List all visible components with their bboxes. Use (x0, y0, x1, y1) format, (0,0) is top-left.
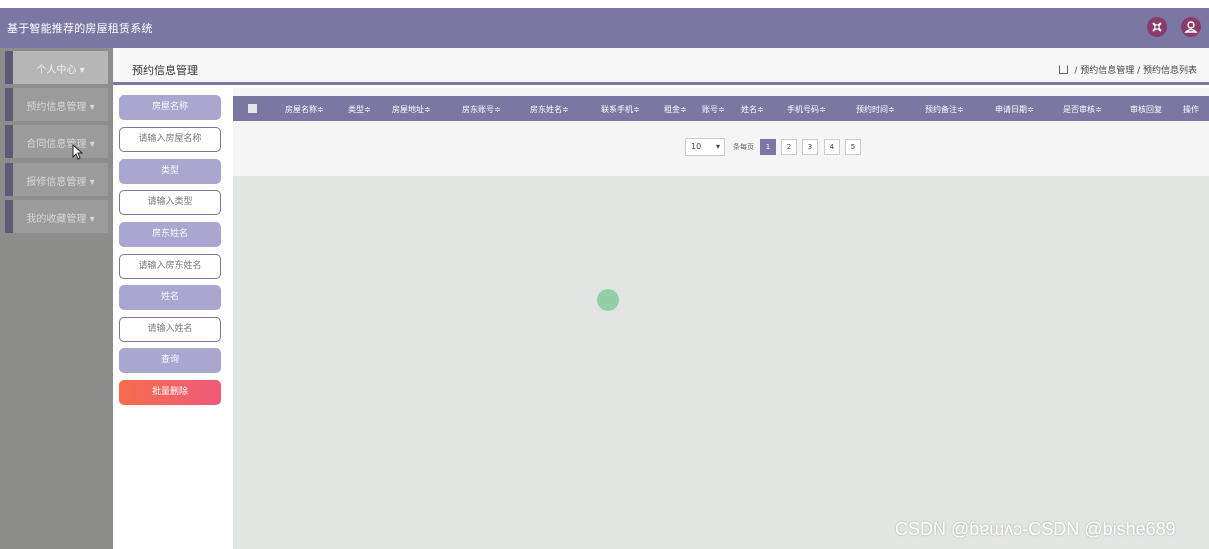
column-header[interactable]: 预约备注≑ (925, 104, 964, 115)
house-name-input[interactable]: 请输入房屋名称 (119, 127, 221, 152)
name-input[interactable]: 请输入姓名 (119, 317, 221, 342)
sidebar-item-label: 合同信息管理 ▾ (26, 139, 95, 150)
sidebar-item-label: 报修信息管理 ▾ (26, 177, 95, 188)
sidebar-item-contract[interactable]: 合同信息管理 ▾ (5, 125, 108, 158)
column-header[interactable]: 是否审核≑ (1063, 104, 1102, 115)
home-icon[interactable] (1059, 65, 1069, 74)
page-size-value: 10 (691, 142, 702, 151)
breadcrumb-text[interactable]: / 预约信息管理 / 预约信息列表 (1071, 66, 1197, 76)
page-button[interactable]: 5 (845, 139, 861, 155)
app-title: 基于智能推荐的房屋租赁系统 (7, 22, 153, 35)
per-page-label: 条每页 (733, 143, 754, 151)
column-header[interactable]: 房东账号≑ (462, 104, 501, 115)
table-area: 房屋名称≑ 类型≑ 房屋地址≑ 房东账号≑ 房东姓名≑ 联系手机≑ 租金≑ 账号… (233, 88, 1209, 176)
sidebar-item-label: 个人中心 ▾ (36, 65, 85, 76)
landlord-name-label: 房东姓名 (119, 222, 221, 247)
mouse-cursor-icon (72, 144, 84, 160)
column-header[interactable]: 账号≑ (702, 104, 725, 115)
filter-panel: 房屋名称 请输入房屋名称 类型 请输入类型 房东姓名 请输入房东姓名 姓名 请输… (113, 88, 233, 549)
page-button[interactable]: 3 (802, 139, 818, 155)
column-header[interactable]: 手机号码≑ (787, 104, 826, 115)
page-button[interactable]: 4 (824, 139, 840, 155)
column-header[interactable]: 类型≑ (348, 104, 371, 115)
top-header: 基于智能推荐的房屋租赁系统 (0, 8, 1209, 48)
type-input[interactable]: 请输入类型 (119, 190, 221, 215)
column-header[interactable]: 租金≑ (664, 104, 687, 115)
select-all-checkbox[interactable] (248, 104, 257, 113)
user-icon[interactable] (1181, 17, 1201, 37)
column-header: 操作 (1183, 105, 1199, 114)
sidebar-item-favorites[interactable]: 我的收藏管理 ▾ (5, 200, 108, 233)
page-button[interactable]: 2 (781, 139, 797, 155)
table-header: 房屋名称≑ 类型≑ 房屋地址≑ 房东账号≑ 房东姓名≑ 联系手机≑ 租金≑ 账号… (233, 96, 1209, 121)
sidebar-item-repair[interactable]: 报修信息管理 ▾ (5, 163, 108, 196)
column-header[interactable]: 审核回复 (1130, 104, 1162, 115)
sidebar-item-label: 预约信息管理 ▾ (26, 102, 95, 113)
sidebar-item-personal-center[interactable]: 个人中心 ▾ (5, 51, 108, 84)
type-label: 类型 (119, 159, 221, 184)
breadcrumb: / 预约信息管理 / 预约信息列表 (1059, 63, 1197, 76)
batch-delete-button[interactable]: 批量删除 (119, 380, 221, 405)
watermark: CSDN @ɓɐɯʌɔ-CSDN @bishe689 (895, 519, 1176, 539)
loading-spinner (597, 289, 619, 311)
landlord-name-input[interactable]: 请输入房东姓名 (119, 254, 221, 279)
column-header[interactable]: 房屋名称≑ (285, 104, 324, 115)
column-header[interactable]: 联系手机≑ (601, 104, 640, 115)
column-header[interactable]: 房屋地址≑ (392, 104, 431, 115)
settings-icon[interactable] (1147, 17, 1167, 37)
page-button[interactable]: 1 (760, 139, 776, 155)
column-header[interactable]: 申请日期≑ (995, 104, 1034, 115)
column-header[interactable]: 房东姓名≑ (530, 104, 569, 115)
sidebar: 个人中心 ▾ 预约信息管理 ▾ 合同信息管理 ▾ 报修信息管理 ▾ 我的收藏管理… (0, 48, 113, 549)
query-button[interactable]: 查询 (119, 348, 221, 373)
sidebar-item-label: 我的收藏管理 ▾ (26, 214, 95, 225)
app-window: 基于智能推荐的房屋租赁系统 个人中心 ▾ 预约信息管理 ▾ 合同信息管理 ▾ 报… (0, 0, 1209, 549)
page-size-select[interactable]: 10 ▾ (685, 138, 725, 156)
house-name-label: 房屋名称 (119, 95, 221, 120)
column-header[interactable]: 预约时间≑ (856, 104, 895, 115)
page-title: 预约信息管理 (132, 64, 198, 77)
column-header[interactable]: 姓名≑ (741, 104, 764, 115)
name-label: 姓名 (119, 285, 221, 310)
breadcrumb-bar: 预约信息管理 / 预约信息管理 / 预约信息列表 (113, 48, 1209, 85)
chevron-down-icon: ▾ (715, 142, 720, 151)
main-content: 房屋名称 请输入房屋名称 类型 请输入类型 房东姓名 请输入房东姓名 姓名 请输… (113, 88, 1209, 549)
sidebar-item-appointment[interactable]: 预约信息管理 ▾ (5, 88, 108, 121)
